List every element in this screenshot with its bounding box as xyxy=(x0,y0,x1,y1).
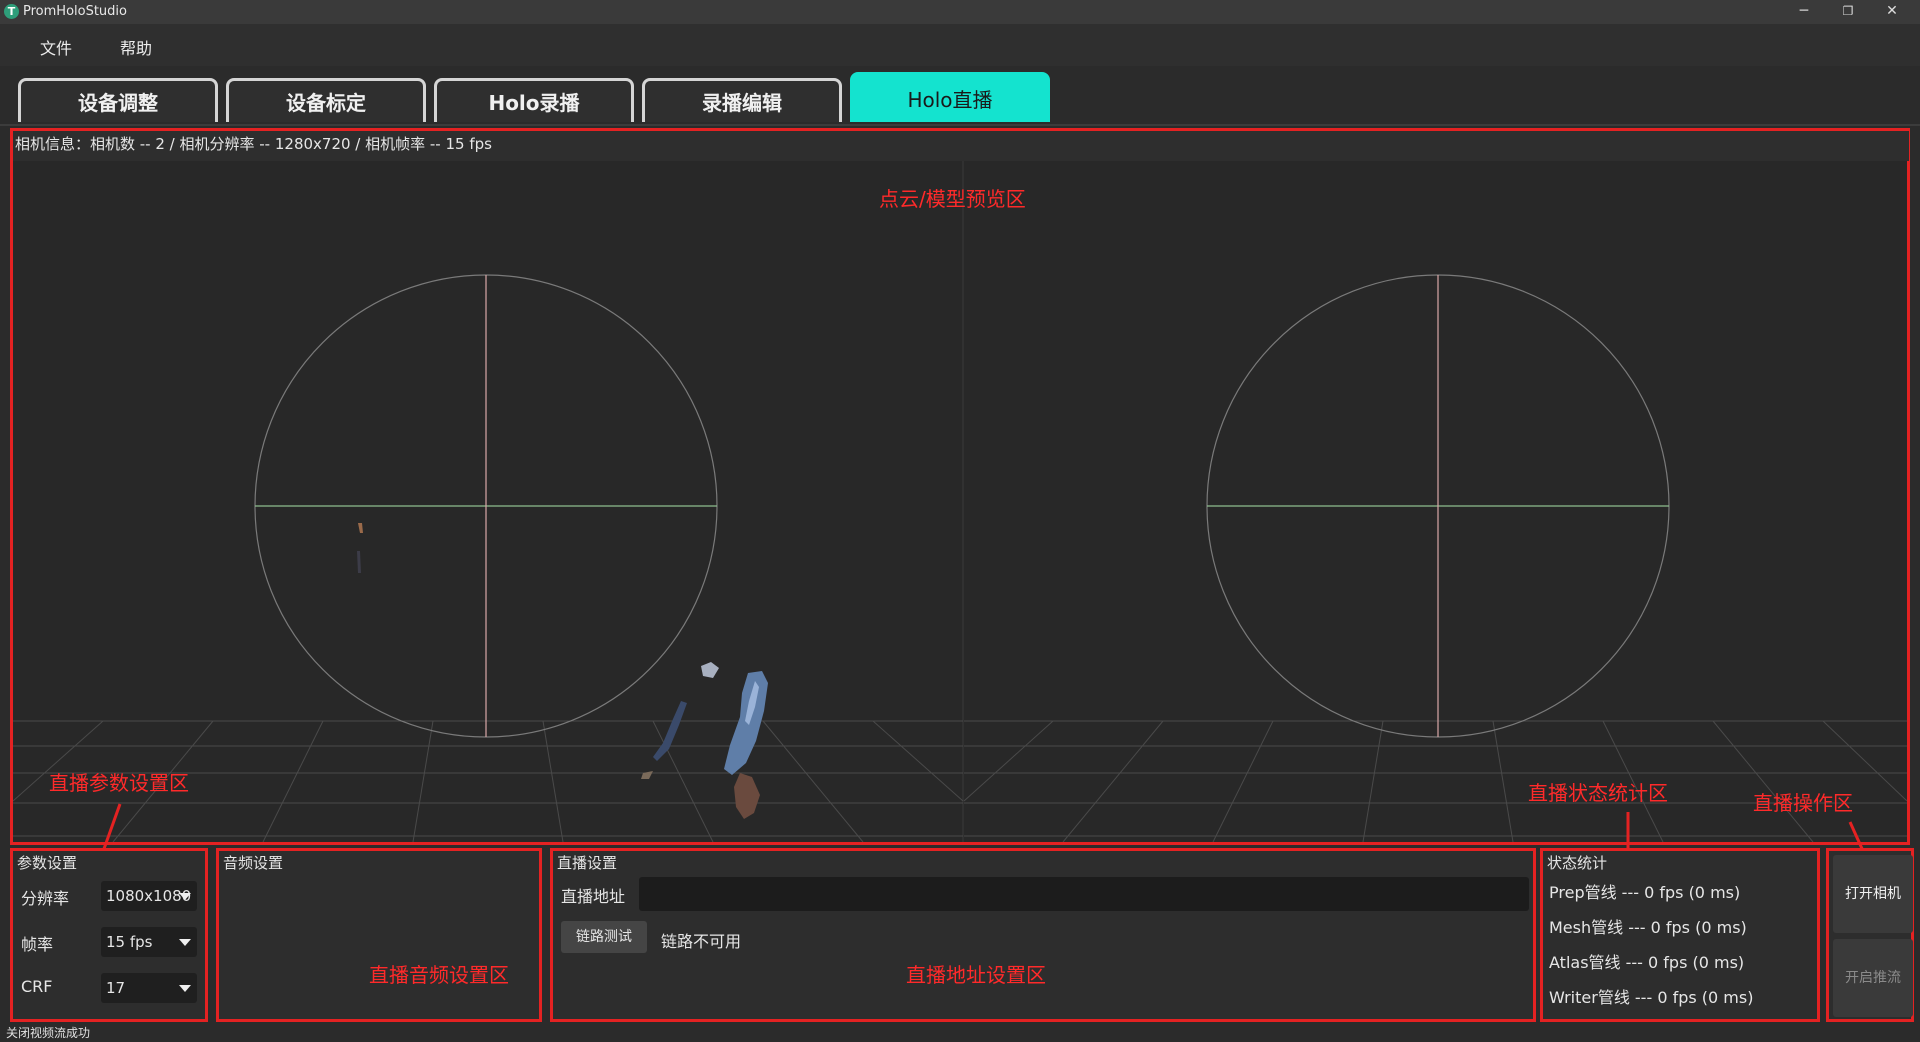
stream-address-label: 直播地址 xyxy=(561,887,626,906)
fps-select[interactable]: 15 fps xyxy=(101,927,197,957)
tab-device-adjust[interactable]: 设备调整 xyxy=(18,78,218,122)
restore-button[interactable]: ❐ xyxy=(1828,0,1868,24)
menu-help[interactable]: 帮助 xyxy=(120,35,152,59)
chevron-down-icon xyxy=(179,893,191,900)
fps-label: 帧率 xyxy=(21,935,54,954)
stat-writer: Writer管线 --- 0 fps (0 ms) xyxy=(1549,988,1754,1007)
resolution-select[interactable]: 1080x1080 xyxy=(101,881,197,911)
app-logo-icon: T xyxy=(4,4,19,19)
title-bar: T PromHoloStudio ─ ❐ ✕ xyxy=(0,0,1920,24)
camera-info: 相机信息：相机数 -- 2 / 相机分辨率 -- 1280x720 / 相机帧率… xyxy=(13,131,1909,161)
stats-panel: 状态统计 Prep管线 --- 0 fps (0 ms) Mesh管线 --- … xyxy=(1540,848,1820,1022)
floor-grid-right xyxy=(963,720,1907,842)
close-button[interactable]: ✕ xyxy=(1872,0,1912,24)
tab-device-calibration[interactable]: 设备标定 xyxy=(226,78,426,122)
fps-value: 15 fps xyxy=(106,933,153,951)
crf-select[interactable]: 17 xyxy=(101,973,197,1003)
window-title: PromHoloStudio xyxy=(23,4,127,19)
stream-panel: 直播设置 直播地址 链路测试 链路不可用 直播地址设置区 xyxy=(550,848,1536,1022)
preview-viewport[interactable] xyxy=(13,161,1907,842)
chevron-down-icon xyxy=(179,985,191,992)
point-cloud-model xyxy=(357,523,768,819)
params-panel-title: 参数设置 xyxy=(17,854,78,872)
stat-prep: Prep管线 --- 0 fps (0 ms) xyxy=(1549,883,1741,902)
audio-panel-title: 音频设置 xyxy=(223,854,284,872)
annotation-audio: 直播音频设置区 xyxy=(369,963,509,987)
resolution-label: 分辨率 xyxy=(21,889,70,908)
crf-value: 17 xyxy=(106,979,126,997)
tab-record-edit[interactable]: 录播编辑 xyxy=(642,78,842,122)
view-gizmo-right xyxy=(1206,274,1670,738)
stat-atlas: Atlas管线 --- 0 fps (0 ms) xyxy=(1549,953,1745,972)
minimize-button[interactable]: ─ xyxy=(1784,0,1824,24)
annotation-ops: 直播操作区 xyxy=(1753,791,1853,815)
stat-mesh: Mesh管线 --- 0 fps (0 ms) xyxy=(1549,918,1747,937)
ops-panel: 打开相机 开启推流 xyxy=(1826,848,1914,1022)
start-push-button[interactable]: 开启推流 xyxy=(1833,939,1913,1017)
annotation-stats: 直播状态统计区 xyxy=(1528,781,1668,805)
link-test-button[interactable]: 链路测试 xyxy=(561,921,647,953)
crf-label: CRF xyxy=(21,977,53,996)
annotation-params: 直播参数设置区 xyxy=(49,771,189,795)
annotation-preview: 点云/模型预览区 xyxy=(879,187,1026,211)
link-status: 链路不可用 xyxy=(661,932,742,951)
audio-panel: 音频设置 直播音频设置区 xyxy=(216,848,542,1022)
open-camera-button[interactable]: 打开相机 xyxy=(1833,855,1913,933)
menu-file[interactable]: 文件 xyxy=(40,35,72,59)
stream-panel-title: 直播设置 xyxy=(557,854,618,872)
point-cloud-preview[interactable]: 相机信息：相机数 -- 2 / 相机分辨率 -- 1280x720 / 相机帧率… xyxy=(10,128,1910,845)
view-gizmo-left xyxy=(254,274,718,738)
menu-bar: 文件 帮助 xyxy=(0,24,1920,67)
status-message: 关闭视频流成功 xyxy=(6,1026,91,1040)
tab-holo-live[interactable]: Holo直播 xyxy=(850,72,1050,122)
status-bar: 关闭视频流成功 xyxy=(0,1024,1920,1042)
annotation-address: 直播地址设置区 xyxy=(906,963,1046,987)
chevron-down-icon xyxy=(179,939,191,946)
stats-panel-title: 状态统计 xyxy=(1547,854,1608,872)
params-panel: 参数设置 分辨率 1080x1080 帧率 15 fps CRF 17 xyxy=(10,848,208,1022)
stream-address-input[interactable] xyxy=(639,877,1529,911)
tab-holo-record[interactable]: Holo录播 xyxy=(434,78,634,122)
tab-bar: 设备调整 设备标定 Holo录播 录播编辑 Holo直播 xyxy=(0,66,1920,126)
